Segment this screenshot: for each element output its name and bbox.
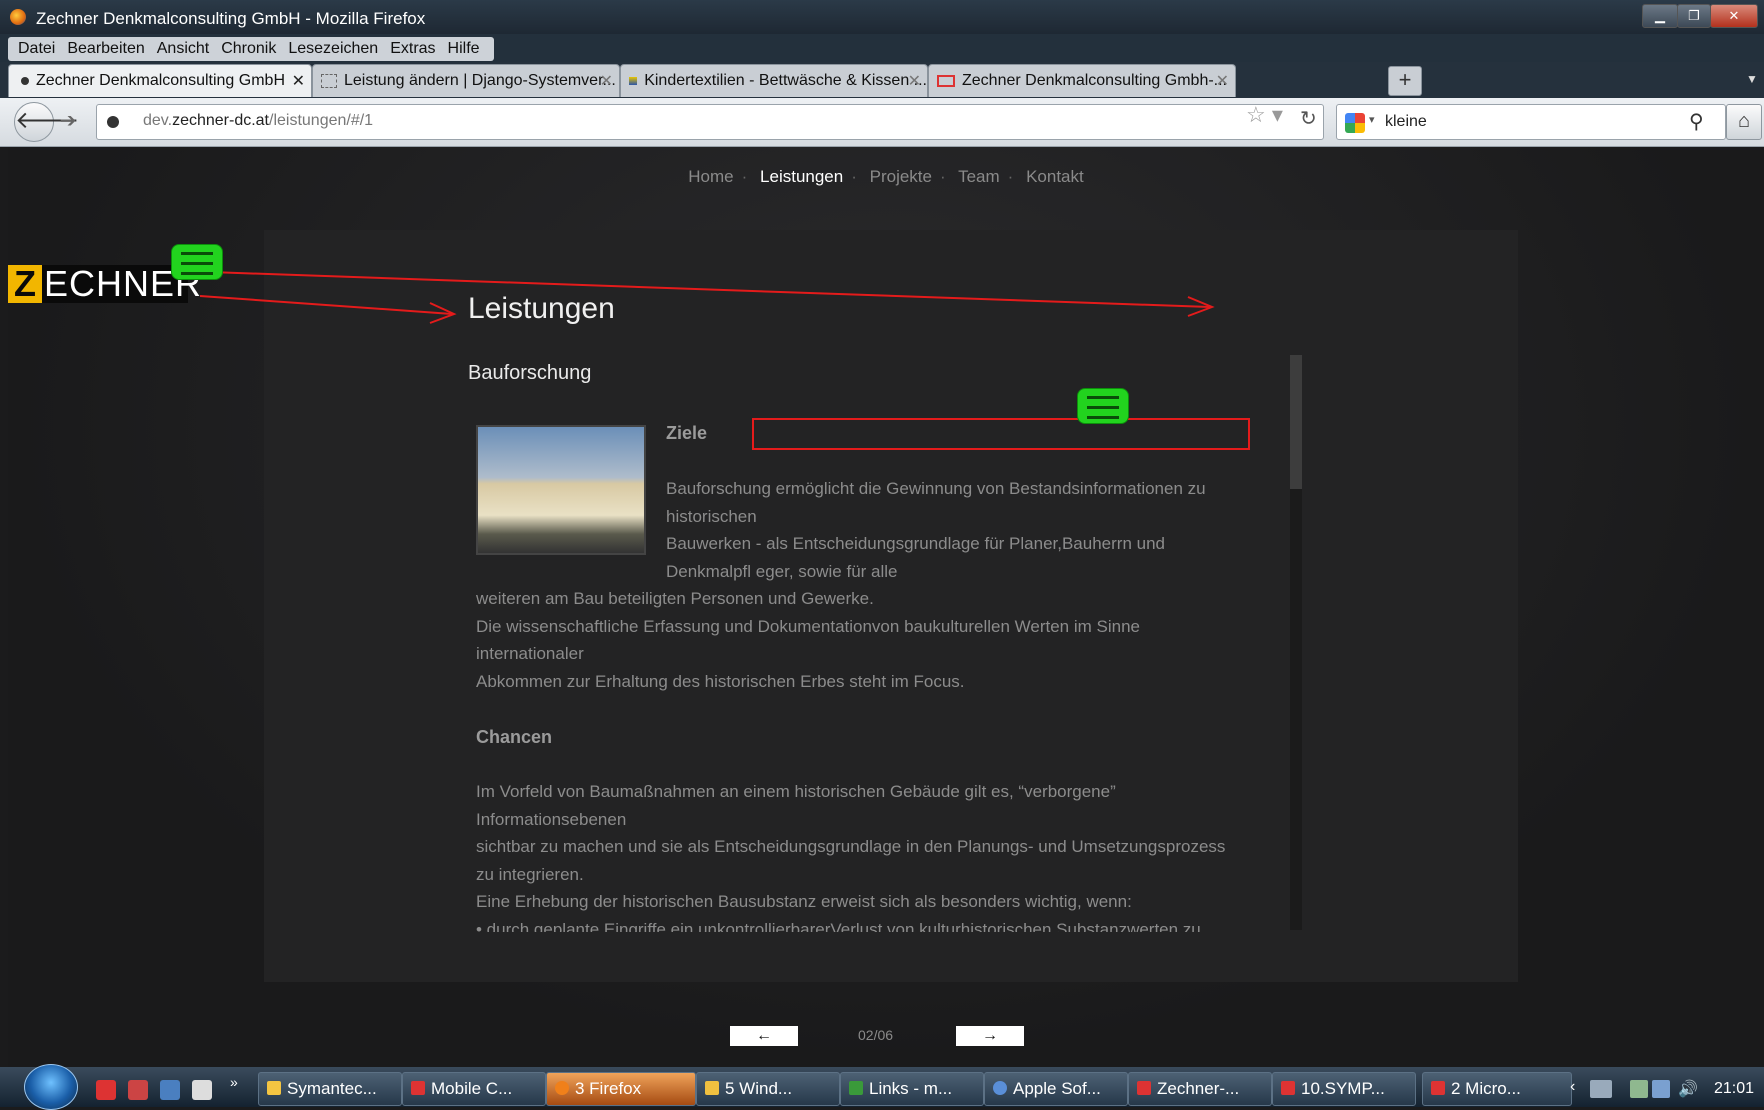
taskbar-mobile[interactable]: Mobile C... [402, 1072, 546, 1106]
taskbar-windows[interactable]: 5 Wind... [696, 1072, 840, 1106]
annotation-arrow-short [199, 295, 453, 315]
mobile-icon [411, 1081, 425, 1095]
apple-update-icon [993, 1081, 1007, 1095]
tray-monitor-icon[interactable] [1590, 1080, 1612, 1098]
pdf-icon[interactable] [96, 1080, 116, 1100]
taskbar-apple[interactable]: Apple Sof... [984, 1072, 1128, 1106]
taskbar-links[interactable]: Links - m... [840, 1072, 984, 1106]
tray-battery-icon[interactable] [1630, 1080, 1648, 1098]
symantec-icon [267, 1081, 281, 1095]
desktop-icon[interactable] [160, 1080, 180, 1100]
pdf-icon [1137, 1081, 1151, 1095]
app-icon [849, 1081, 863, 1095]
clock[interactable]: 21:01 [1714, 1080, 1754, 1098]
annotation-arrow-long [209, 271, 1211, 308]
comment-bubble-icon[interactable] [1077, 388, 1129, 424]
tray-expand-icon[interactable]: ‹ [1570, 1078, 1575, 1096]
start-button[interactable] [24, 1064, 78, 1110]
tray-volume-icon[interactable]: 🔊 [1678, 1079, 1698, 1099]
folder-icon [705, 1081, 719, 1095]
more-chevron-icon[interactable]: » [230, 1074, 238, 1090]
pdf-icon [1281, 1081, 1295, 1095]
tray-network-icon[interactable] [1652, 1080, 1670, 1098]
comment-bubble-icon[interactable] [171, 244, 223, 280]
taskbar-firefox[interactable]: 3 Firefox [546, 1072, 696, 1106]
firefox-icon [555, 1081, 569, 1095]
document-icon[interactable] [192, 1080, 212, 1100]
app-icon[interactable] [128, 1080, 148, 1100]
taskbar-symantec[interactable]: Symantec... [258, 1072, 402, 1106]
taskbar-symp[interactable]: 10.SYMP... [1272, 1072, 1416, 1106]
annotation-highlight-box [752, 418, 1250, 450]
taskbar-zechner[interactable]: Zechner-... [1128, 1072, 1272, 1106]
taskbar-micro[interactable]: 2 Micro... [1422, 1072, 1572, 1106]
office-icon [1431, 1081, 1445, 1095]
annotation-arrows [199, 271, 1215, 324]
